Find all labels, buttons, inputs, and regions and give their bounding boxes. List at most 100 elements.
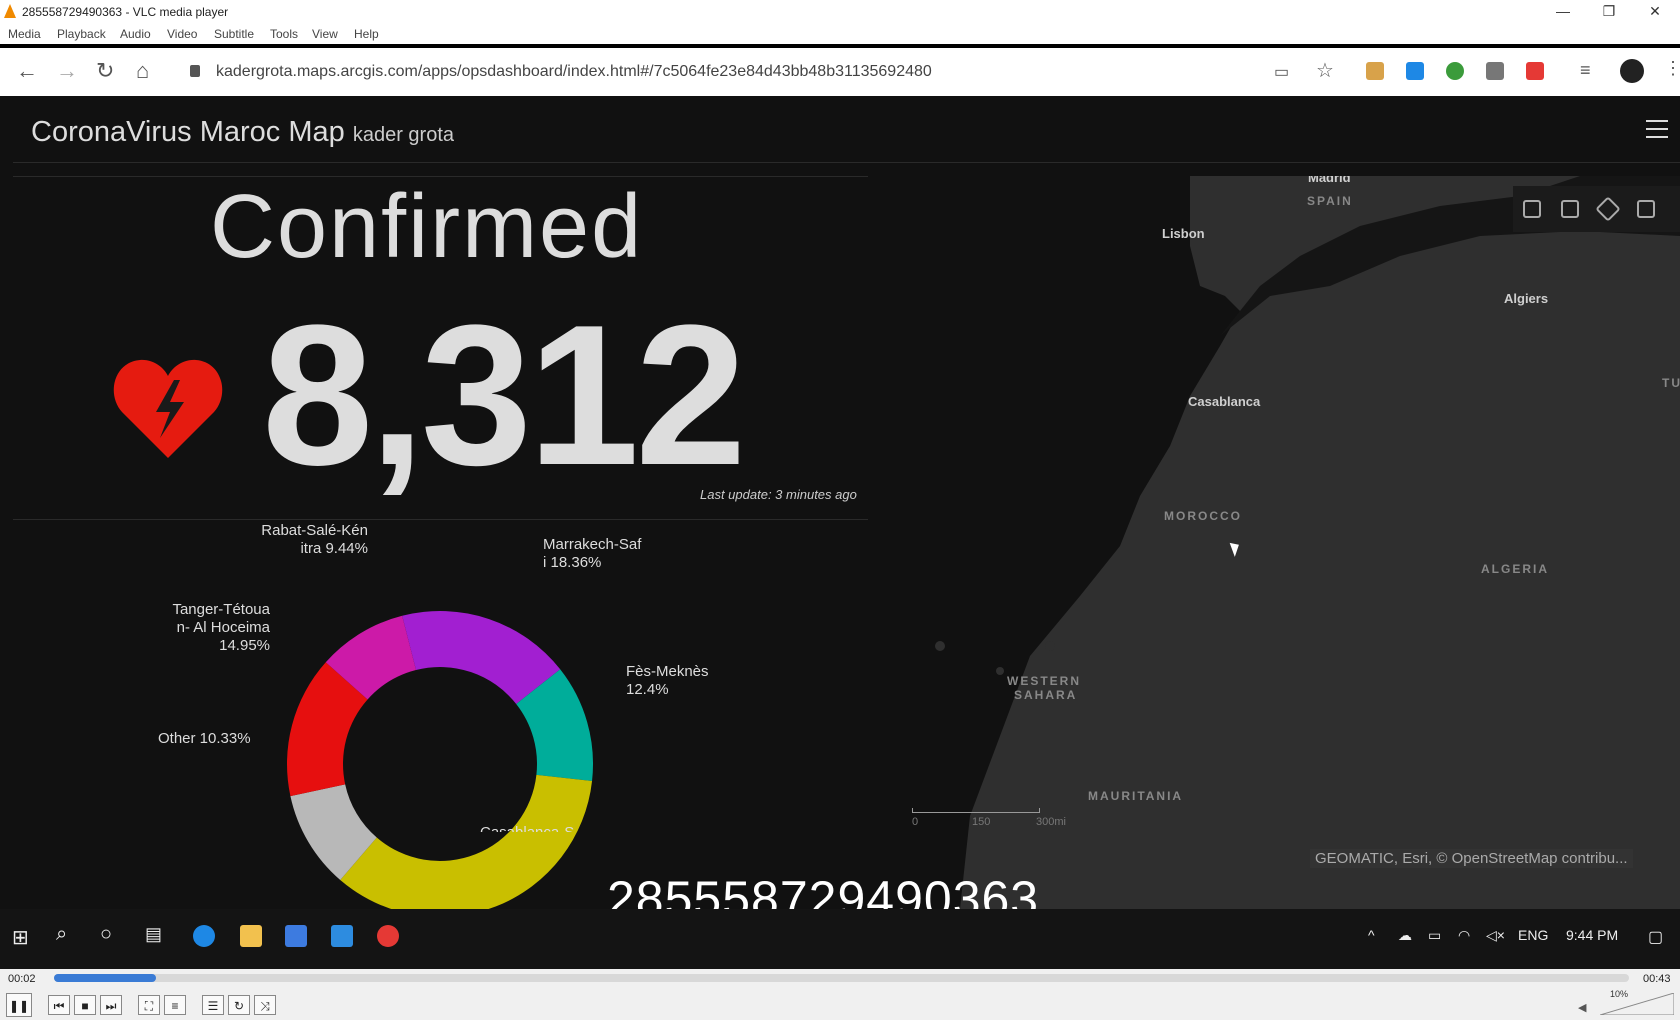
- fullscreen-button[interactable]: ⛶: [138, 995, 160, 1015]
- extension-icon-5: [1526, 62, 1544, 80]
- map-label-algiers: Algiers: [1504, 291, 1549, 306]
- menu-media[interactable]: Media: [8, 27, 41, 41]
- dashboard-title: CoronaVirus Maroc Map kader grota: [31, 116, 454, 149]
- chrome-icon: [377, 925, 399, 947]
- header-divider: [13, 162, 1680, 163]
- map-label-western-sahara-2: SAHARA: [1014, 688, 1078, 702]
- elapsed-time: 00:02: [8, 973, 36, 985]
- pause-button[interactable]: ❚❚: [6, 993, 32, 1017]
- browser-menu-icon: ⋮: [1664, 58, 1680, 78]
- speaker-icon: ◀: [1578, 1002, 1587, 1014]
- volume-level: 10%: [1610, 989, 1629, 999]
- label-marrakech: Marrakech-Saf i 18.36%: [543, 536, 641, 572]
- label-other: Other 10.33%: [158, 730, 251, 747]
- search-icon: ⌕: [56, 923, 68, 945]
- label-rabat: Rabat-Salé-Kén itra 9.44%: [256, 522, 368, 558]
- store-icon: [285, 925, 307, 947]
- media-controls-icon: ≡: [1580, 60, 1591, 80]
- map-label-tu: TU: [1662, 376, 1680, 390]
- map-label-mauritania: MAURITANIA: [1088, 789, 1184, 803]
- label-tanger-line3: 14.95%: [219, 637, 270, 654]
- window-title: 285558729490363 - VLC media player: [22, 5, 229, 19]
- label-marrakech-line1: Marrakech-Saf: [543, 536, 642, 553]
- wifi-icon: ◠: [1458, 927, 1471, 943]
- map-toolbar: [1513, 186, 1680, 232]
- indicator-value: 8,312: [262, 284, 746, 507]
- map-home-button[interactable]: [1523, 200, 1541, 218]
- next-button[interactable]: ⏭: [100, 995, 122, 1015]
- edge-icon: [193, 925, 215, 947]
- map-label-algeria: ALGERIA: [1481, 562, 1549, 576]
- menu-audio[interactable]: Audio: [120, 27, 151, 41]
- region-donut-chart: [287, 611, 593, 917]
- menu-video[interactable]: Video: [167, 27, 197, 41]
- map-scale-bar: [912, 808, 1040, 813]
- map-legend-button[interactable]: [1561, 200, 1579, 218]
- back-icon: ←: [16, 58, 38, 83]
- map-view[interactable]: Madrid SPAIN Lisbon Algiers Casablanca M…: [880, 176, 1680, 909]
- mail-icon: [331, 925, 353, 947]
- extended-settings-button[interactable]: ≡: [164, 995, 186, 1015]
- stop-button[interactable]: ■: [74, 995, 96, 1015]
- dashboard: CoronaVirus Maroc Map kader grota Confir…: [0, 96, 1680, 917]
- dashboard-menu-icon: [1646, 120, 1668, 140]
- scale-label-300mi: 300mi: [1036, 816, 1066, 828]
- scale-label-150: 150: [972, 816, 991, 828]
- map-attribution: GEOMATIC, Esri, © OpenStreetMap contribu…: [1310, 849, 1633, 868]
- video-area[interactable]: ← → ↻ ⌂ kadergrota.maps.arcgis.com/apps/…: [0, 44, 1680, 969]
- lock-icon: [190, 65, 200, 77]
- menu-help[interactable]: Help: [354, 27, 379, 41]
- dashboard-author: kader grota: [352, 124, 454, 146]
- profile-avatar: [1620, 59, 1644, 83]
- map-label-spain: SPAIN: [1307, 194, 1353, 208]
- label-tanger-line1: Tanger-Tétoua: [172, 601, 270, 618]
- basemap-land: [935, 176, 1680, 909]
- close-button[interactable]: ✕: [1632, 0, 1678, 24]
- task-view-icon: ▤: [145, 924, 163, 944]
- map-layers-button[interactable]: [1595, 196, 1621, 222]
- windows-start-icon: ⊞: [12, 927, 29, 949]
- seek-progress: [54, 974, 157, 982]
- indicator-label: Confirmed: [210, 177, 644, 277]
- scale-label-0: 0: [912, 816, 919, 828]
- map-label-casablanca: Casablanca: [1188, 394, 1261, 409]
- tray-chevron-icon: ^: [1368, 927, 1375, 943]
- menu-playback[interactable]: Playback: [57, 27, 106, 41]
- extension-icon-2: [1406, 62, 1424, 80]
- cast-icon: ▭: [1274, 64, 1290, 81]
- file-explorer-icon: [240, 925, 262, 947]
- extension-icon-4: [1486, 62, 1504, 80]
- address-bar: kadergrota.maps.arcgis.com/apps/opsdashb…: [216, 63, 932, 80]
- previous-button[interactable]: ⏮: [48, 995, 70, 1015]
- battery-icon: ▭: [1428, 927, 1442, 943]
- donut-slice-2[interactable]: [340, 774, 593, 917]
- loop-button[interactable]: ↻: [228, 995, 250, 1015]
- map-basemap-button[interactable]: [1637, 200, 1655, 218]
- vlc-cone-icon: [4, 4, 16, 18]
- map-label-morocco: MOROCCO: [1164, 509, 1242, 523]
- menu-view[interactable]: View: [312, 27, 338, 41]
- label-tanger-line2: n- Al Hoceima: [176, 619, 270, 636]
- label-casablanca: Casablanca-S: [480, 824, 574, 832]
- notifications-icon: ▢: [1648, 929, 1664, 946]
- dashboard-title-text: CoronaVirus Maroc Map: [31, 116, 345, 148]
- map-label-madrid: Madrid: [1308, 176, 1351, 185]
- volume-slider[interactable]: 10%: [1600, 989, 1674, 1015]
- cortana-icon: ○: [100, 923, 113, 945]
- shuffle-button[interactable]: ⤨: [254, 995, 276, 1015]
- minimize-button[interactable]: —: [1540, 0, 1586, 24]
- seek-bar[interactable]: [54, 974, 1629, 982]
- windows-taskbar: ⊞ ⌕ ○ ▤ ^ ☁ ▭ ◠ ◁× ENG 9:44 PM ▢: [0, 909, 1680, 969]
- menu-subtitle[interactable]: Subtitle: [214, 27, 254, 41]
- extension-icon-3: [1446, 62, 1464, 80]
- menu-tools[interactable]: Tools: [270, 27, 298, 41]
- playlist-button[interactable]: ☰: [202, 995, 224, 1015]
- map-label-western-sahara-1: WESTERN: [1007, 674, 1081, 688]
- label-fes-line2: 12.4%: [626, 681, 669, 698]
- volume-muted-icon: ◁×: [1486, 927, 1505, 943]
- restore-button[interactable]: ❐: [1586, 0, 1632, 24]
- vlc-menu-bar: Media Playback Audio Video Subtitle Tool…: [0, 24, 1680, 44]
- label-tanger: Tanger-Tétoua n- Al Hoceima 14.95%: [150, 601, 270, 655]
- browser-toolbar: ← → ↻ ⌂ kadergrota.maps.arcgis.com/apps/…: [0, 48, 1680, 96]
- extension-icon-1: [1366, 62, 1384, 80]
